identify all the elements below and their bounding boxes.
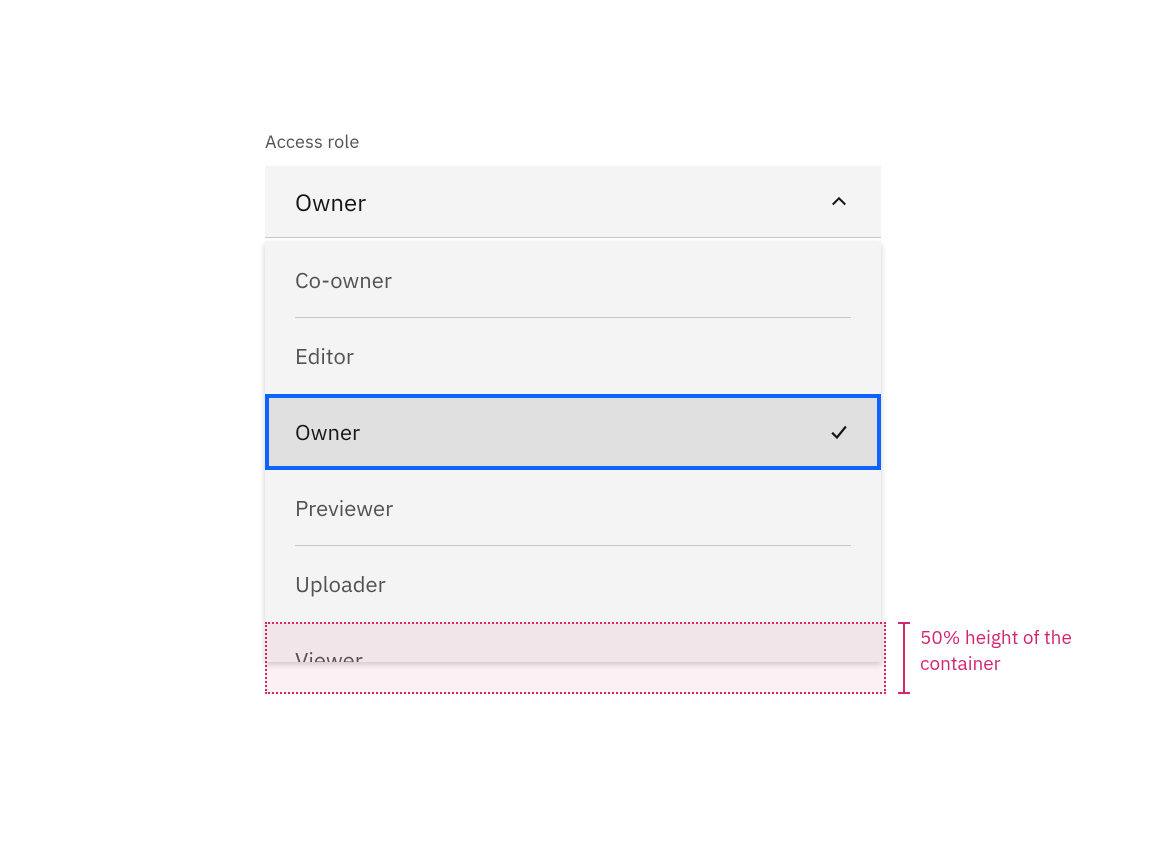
option-viewer[interactable]: Viewer xyxy=(265,622,881,662)
option-label: Editor xyxy=(295,342,851,371)
option-label: Owner xyxy=(295,418,827,447)
option-label: Previewer xyxy=(295,494,851,523)
field-label: Access role xyxy=(265,130,360,153)
checkmark-icon xyxy=(827,420,851,444)
option-previewer[interactable]: Previewer xyxy=(265,470,881,546)
annotation-label: 50% height of the container xyxy=(920,626,1100,677)
dropdown-menu: Co-owner Editor Owner Previewer Uploader… xyxy=(265,242,881,662)
option-label: Uploader xyxy=(295,570,851,599)
option-label: Viewer xyxy=(295,646,851,663)
annotation-bracket xyxy=(898,622,910,694)
option-editor[interactable]: Editor xyxy=(265,318,881,394)
dropdown-trigger[interactable]: Owner xyxy=(265,166,881,238)
chevron-up-icon xyxy=(827,190,851,214)
option-uploader[interactable]: Uploader xyxy=(265,546,881,622)
dropdown-selected-value: Owner xyxy=(295,186,827,218)
option-label: Co-owner xyxy=(295,266,851,295)
option-co-owner[interactable]: Co-owner xyxy=(265,242,881,318)
option-owner[interactable]: Owner xyxy=(265,394,881,470)
